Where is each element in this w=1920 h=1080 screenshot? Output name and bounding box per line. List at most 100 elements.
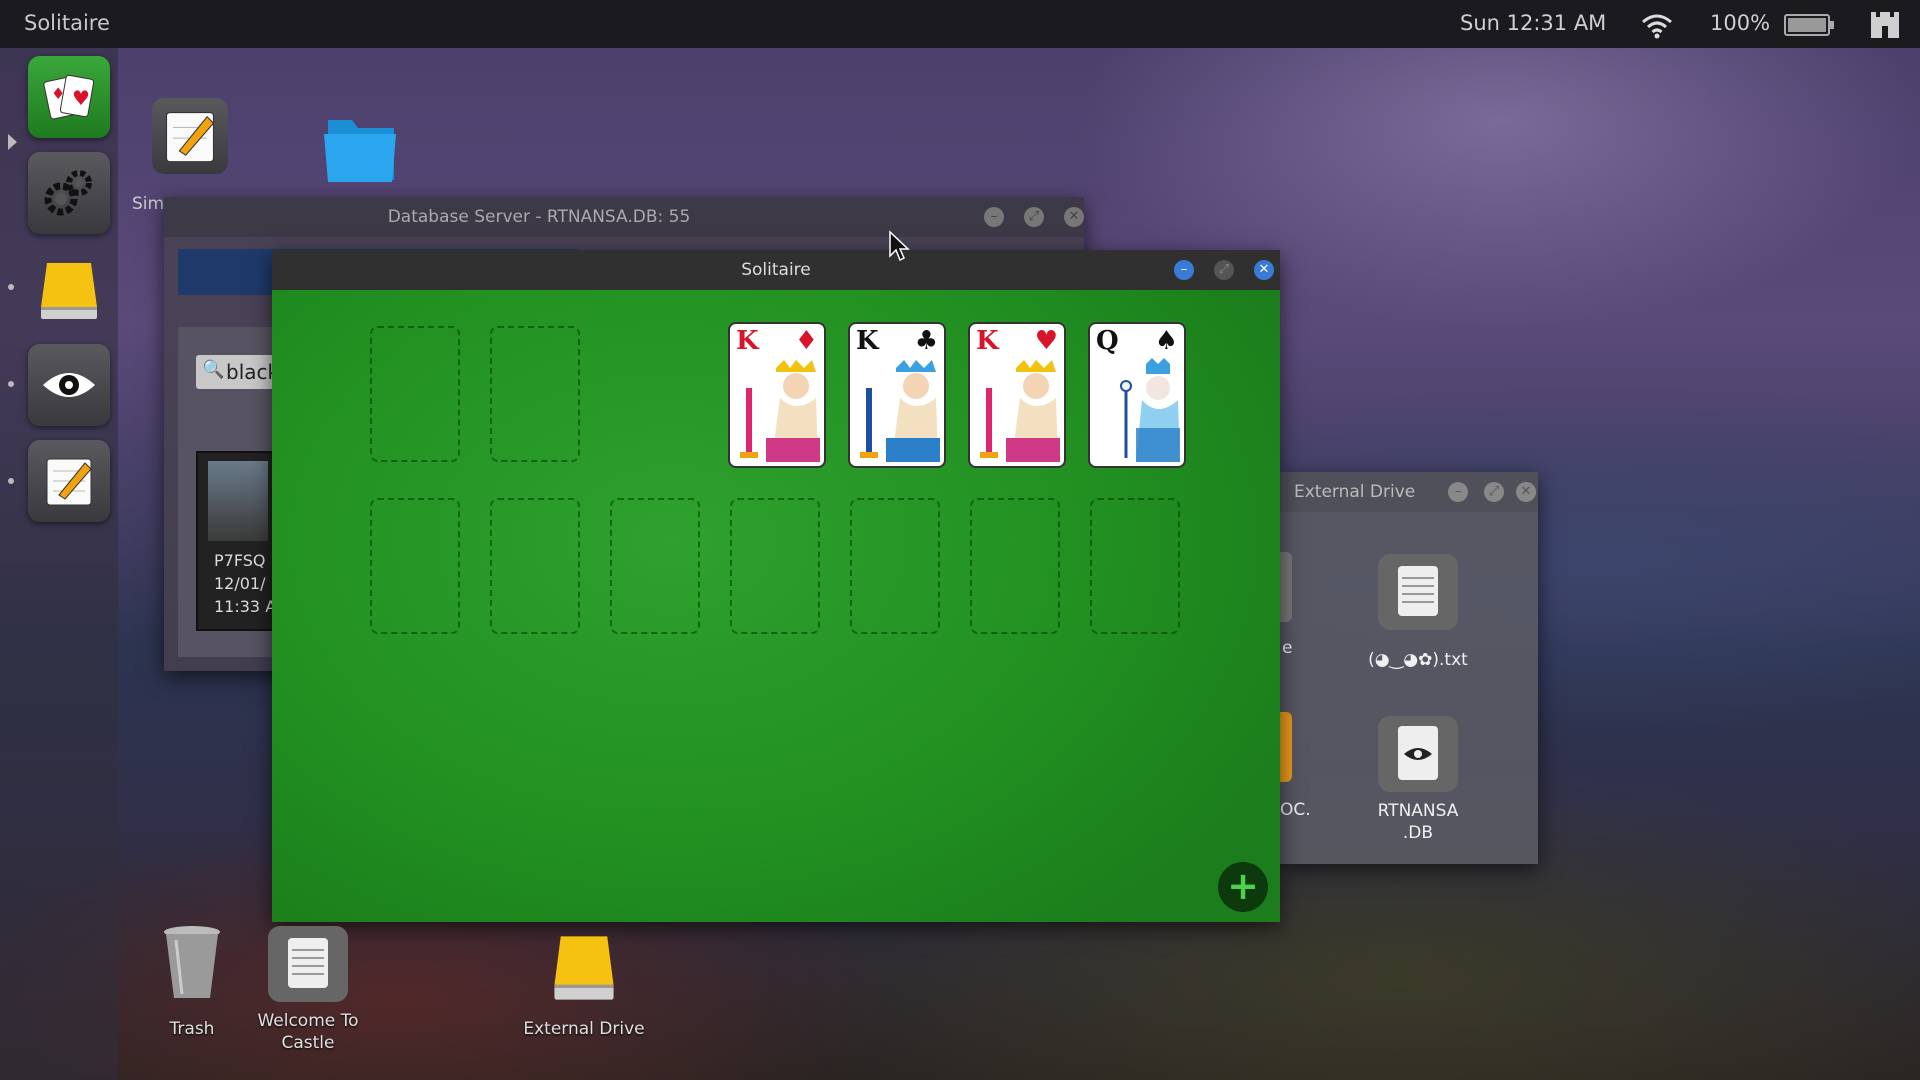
db-file-label: RTNANSA .DB: [1377, 801, 1459, 843]
drive-icon: [554, 936, 614, 1000]
welcome-file-item[interactable]: [268, 926, 348, 1002]
launcher-viewer[interactable]: [28, 344, 110, 426]
tableau-pile-5[interactable]: [850, 498, 940, 634]
db-minimize-button[interactable]: –: [984, 207, 1004, 227]
record-text: P7FSQ 12/01/ 11:33 A: [214, 549, 276, 618]
card-suit: ♣: [914, 326, 938, 356]
trash-icon: [164, 926, 220, 998]
db-file-item[interactable]: [1378, 716, 1458, 792]
battery-percentage: 100%: [1710, 11, 1771, 35]
card-suit: ♠: [1154, 326, 1178, 356]
external-drive-item[interactable]: [546, 930, 622, 1006]
solitaire-maximize-button[interactable]: ⤢: [1214, 260, 1234, 280]
eye-icon: [43, 373, 95, 397]
launcher-settings[interactable]: [28, 152, 110, 234]
active-indicator: [8, 134, 17, 150]
solitaire-minimize-button[interactable]: –: [1174, 260, 1194, 280]
welcome-label: Welcome To Castle: [248, 1010, 368, 1054]
ext-maximize-button[interactable]: ⤢: [1484, 482, 1504, 502]
text-file-item[interactable]: [1378, 554, 1458, 630]
external-drive-label: External Drive: [514, 1018, 654, 1040]
stock-pile[interactable]: [370, 326, 460, 462]
partial-file-label: e: [1282, 638, 1293, 658]
tableau-pile-3[interactable]: [610, 498, 700, 634]
db-window-title: Database Server - RTNANSA.DB: 55: [387, 207, 691, 227]
solitaire-titlebar[interactable]: Solitaire: [272, 250, 1280, 290]
running-indicator: [8, 381, 14, 387]
trash-label: Trash: [142, 1018, 242, 1040]
running-indicator: [8, 284, 14, 290]
desktop-icon-label-partial: Sim: [132, 194, 165, 214]
launcher-notepad[interactable]: [28, 440, 110, 522]
card-suit: ♦: [794, 326, 818, 356]
text-file-icon: [1398, 566, 1438, 616]
desktop-notepad[interactable]: [152, 98, 228, 174]
svg-text:♦: ♦: [51, 84, 65, 103]
waste-pile[interactable]: [490, 326, 580, 462]
launcher-drive[interactable]: [28, 248, 110, 330]
game-table[interactable]: K ♦ K ♣ K ♥ Q ♠ +: [272, 290, 1280, 922]
top-bar: Solitaire Sun 12:31 AM 100%: [0, 0, 1920, 48]
castle-icon[interactable]: [1868, 8, 1902, 40]
foundation-card[interactable]: Q ♠: [1088, 322, 1186, 468]
text-file-label: (◕‿◕✿).txt: [1368, 650, 1468, 670]
foundation-card[interactable]: K ♥: [968, 322, 1066, 468]
wifi-icon[interactable]: [1640, 12, 1674, 40]
partial-file-icon: [1280, 712, 1292, 782]
external-drive-label-text: External Drive: [523, 1019, 645, 1039]
tableau-pile-1[interactable]: [370, 498, 460, 634]
queen-portrait: [1120, 358, 1180, 462]
record-photo: [208, 461, 268, 541]
svg-text:♥: ♥: [72, 86, 90, 110]
db-window-titlebar[interactable]: Database Server - RTNANSA.DB: 55: [164, 197, 1084, 237]
eye-file-icon: [1398, 726, 1438, 780]
external-drive-window: External Drive – ⤢ ✕ e OC. (◕‿◕✿).txt RT…: [1280, 472, 1538, 864]
partial-file-label: OC.: [1280, 800, 1311, 820]
battery-icon[interactable]: [1784, 14, 1834, 36]
drive-icon: [41, 263, 97, 319]
tableau-pile-2[interactable]: [490, 498, 580, 634]
db-close-button[interactable]: ✕: [1064, 207, 1084, 227]
card-suit: ♥: [1034, 326, 1058, 356]
notepad-icon: [46, 458, 92, 506]
record-time: 11:33 A: [214, 597, 277, 616]
record-id: P7FSQ: [214, 551, 266, 570]
db-maximize-button[interactable]: ⤢: [1024, 207, 1044, 227]
ext-close-button[interactable]: ✕: [1516, 482, 1536, 502]
partial-file-icon: [1280, 552, 1292, 622]
mouse-cursor-icon: [889, 230, 910, 262]
card-rank: K: [736, 326, 759, 356]
trash-label-text: Trash: [169, 1019, 215, 1039]
notepad-icon: [166, 112, 215, 163]
solitaire-icon: ♥ ♦: [43, 74, 95, 120]
king-portrait: [980, 360, 1060, 462]
card-rank: Q: [1096, 326, 1119, 356]
launcher-solitaire[interactable]: ♥ ♦: [28, 56, 110, 138]
card-rank: K: [856, 326, 879, 356]
king-portrait: [740, 360, 820, 462]
welcome-label-text: Welcome To Castle: [257, 1011, 359, 1053]
active-app-title: Solitaire: [24, 11, 110, 35]
text-file-icon: [288, 938, 328, 988]
folder-icon[interactable]: [318, 112, 400, 186]
ext-minimize-button[interactable]: –: [1448, 482, 1468, 502]
tableau-pile-4[interactable]: [730, 498, 820, 634]
solitaire-window: Solitaire – ⤢ ✕ K ♦ K ♣ K ♥ Q ♠ +: [272, 250, 1280, 922]
solitaire-title: Solitaire: [741, 260, 811, 280]
search-icon: 🔍: [202, 359, 225, 380]
foundation-card[interactable]: K ♣: [848, 322, 946, 468]
running-indicator: [8, 478, 14, 484]
solitaire-close-button[interactable]: ✕: [1254, 260, 1274, 280]
clock[interactable]: Sun 12:31 AM: [1460, 11, 1606, 35]
battery-fill: [1788, 18, 1826, 32]
foundation-card[interactable]: K ♦: [728, 322, 826, 468]
gear-icon: [44, 170, 92, 216]
new-game-button[interactable]: +: [1218, 862, 1268, 912]
tableau-pile-6[interactable]: [970, 498, 1060, 634]
ext-window-title: External Drive: [1294, 482, 1416, 502]
launcher-dock: ♥ ♦: [0, 48, 118, 1080]
tableau-pile-7[interactable]: [1090, 498, 1180, 634]
record-date: 12/01/: [214, 574, 266, 593]
trash-item[interactable]: [156, 922, 228, 1002]
card-rank: K: [976, 326, 999, 356]
